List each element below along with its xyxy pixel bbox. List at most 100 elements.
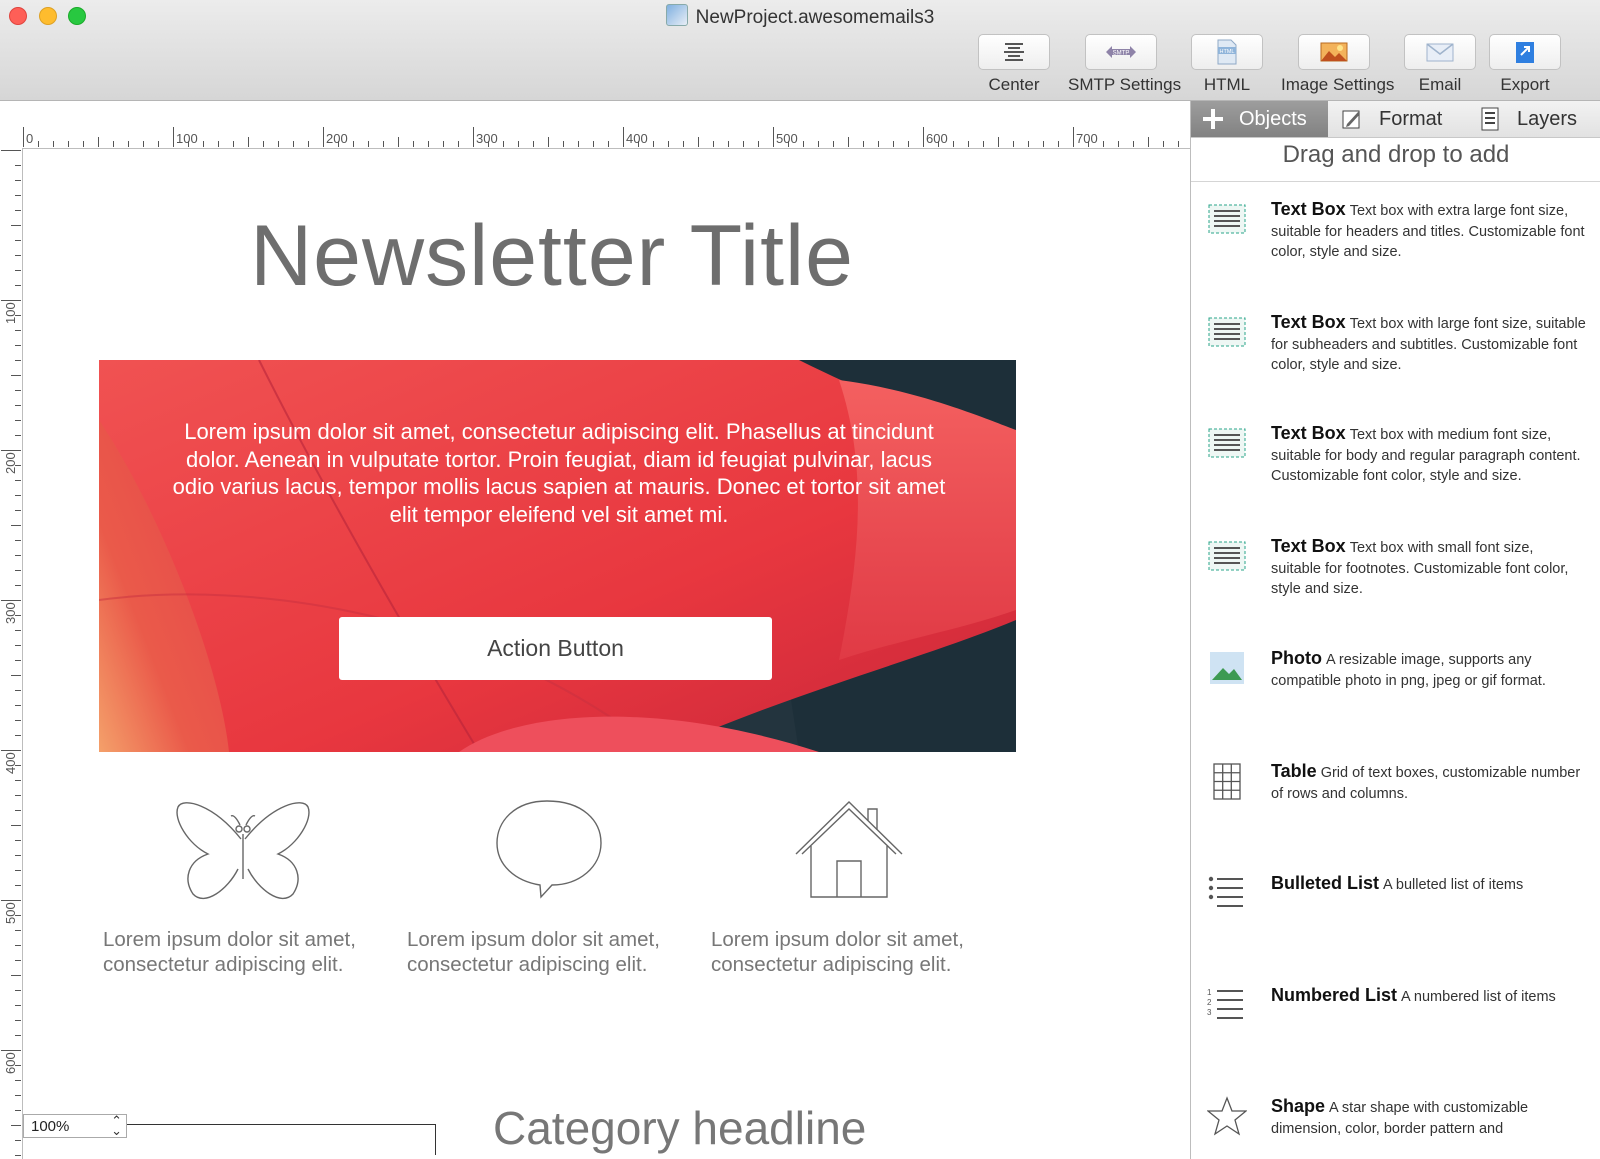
newsletter-title[interactable]: Newsletter Title	[83, 207, 1021, 306]
ruler-tick	[15, 555, 21, 556]
object-name: Table	[1271, 761, 1317, 781]
ruler-tick	[15, 1035, 21, 1036]
ruler-tick	[218, 141, 219, 147]
svg-text:HTML: HTML	[1220, 49, 1235, 55]
feature-text-2[interactable]: Lorem ipsum dolor sit amet, consectetur …	[407, 927, 707, 977]
ruler-tick	[533, 141, 534, 147]
html-tool[interactable]: HTML HTML	[1174, 34, 1280, 95]
ruler-tick	[15, 285, 21, 286]
feature-text-1[interactable]: Lorem ipsum dolor sit amet, consectetur …	[103, 927, 403, 977]
ruler-tick	[293, 141, 294, 147]
ruler-tick	[15, 480, 21, 481]
ruler-tick	[11, 225, 21, 226]
ruler-tick	[15, 570, 21, 571]
html-label: HTML	[1203, 75, 1251, 94]
svg-text:SMTP: SMTP	[1113, 51, 1130, 57]
ruler-tick	[15, 210, 21, 211]
ruler-tick	[323, 127, 324, 147]
ruler-tick	[1073, 127, 1074, 147]
ruler-tick	[15, 690, 21, 691]
ruler-label: 300	[476, 131, 498, 146]
ruler-label: 200	[3, 452, 18, 474]
ruler-tick	[908, 141, 909, 147]
image-settings-button[interactable]	[1298, 34, 1370, 70]
ruler-tick	[833, 141, 834, 147]
ruler-tick	[278, 141, 279, 147]
ruler-tick	[15, 780, 21, 781]
speech-bubble-icon	[496, 800, 602, 899]
smtp-settings-tool[interactable]: SMTP SMTP Settings	[1068, 34, 1182, 95]
panel-tabs: Objects Format Layers	[1191, 101, 1600, 138]
text-box-icon	[1208, 317, 1246, 347]
vertical-ruler: 100 200 300 400 500 600	[0, 148, 23, 1159]
object-name: Numbered List	[1271, 985, 1398, 1005]
ruler-tick	[728, 141, 729, 147]
ruler-tick	[15, 1020, 21, 1021]
ruler-tick	[15, 960, 21, 961]
ruler-tick	[15, 945, 21, 946]
object-description: A numbered list of items	[1401, 989, 1556, 1005]
ruler-tick	[68, 141, 69, 147]
html-button[interactable]: HTML	[1191, 34, 1263, 70]
zoom-stepper-icon[interactable]: ⌃ ⌄	[111, 1114, 122, 1137]
email-canvas[interactable]: Newsletter Title Lorem ipsum dolor sit a…	[23, 149, 1190, 1159]
tab-format[interactable]: Format	[1341, 101, 1461, 137]
table-grid-icon	[1213, 763, 1241, 800]
ruler-tick	[953, 141, 954, 147]
feature-column-1[interactable]: Lorem ipsum dolor sit amet, consectetur …	[103, 799, 403, 976]
ruler-tick	[23, 127, 24, 147]
ruler-label: 500	[776, 131, 798, 146]
ruler-tick	[15, 495, 21, 496]
window-title-text: NewProject.awesomemails3	[695, 7, 935, 28]
ruler-tick	[11, 375, 21, 376]
ruler-tick	[803, 141, 804, 147]
ruler-tick	[158, 141, 159, 147]
ruler-tick	[15, 240, 21, 241]
ruler-tick	[1, 150, 21, 151]
image-settings-tool[interactable]: Image Settings	[1281, 34, 1394, 95]
svg-text:3: 3	[1207, 1008, 1212, 1017]
feature-text-3[interactable]: Lorem ipsum dolor sit amet, consectetur …	[711, 927, 1011, 977]
center-tool[interactable]: Center	[961, 34, 1067, 95]
ruler-tick	[15, 585, 21, 586]
object-name: Text Box	[1271, 199, 1346, 219]
action-button[interactable]: Action Button	[339, 617, 772, 680]
ruler-tick	[383, 141, 384, 147]
export-button[interactable]	[1489, 34, 1561, 70]
ruler-tick	[248, 137, 249, 147]
ruler-tick	[563, 141, 564, 147]
zoom-control[interactable]: 100% ⌃ ⌄	[23, 1114, 127, 1138]
ruler-tick	[113, 141, 114, 147]
ruler-tick	[15, 270, 21, 271]
object-description: A bulleted list of items	[1383, 877, 1524, 893]
smtp-settings-label: SMTP Settings	[1068, 75, 1182, 94]
ruler-tick	[1043, 141, 1044, 147]
ruler-tick	[15, 1110, 21, 1111]
ruler-tick	[11, 825, 21, 826]
ruler-tick	[143, 141, 144, 147]
ruler-tick	[593, 141, 594, 147]
tab-objects[interactable]: Objects	[1191, 101, 1328, 137]
ruler-tick	[15, 540, 21, 541]
email-button[interactable]	[1404, 34, 1476, 70]
hero-section[interactable]: Lorem ipsum dolor sit amet, consectetur …	[99, 360, 1016, 752]
ruler-tick	[1, 750, 21, 751]
feature-column-2[interactable]: Lorem ipsum dolor sit amet, consectetur …	[407, 799, 707, 976]
ruler-tick	[398, 137, 399, 147]
ruler-tick	[11, 975, 21, 976]
ruler-tick	[11, 525, 21, 526]
svg-text:2: 2	[1207, 998, 1212, 1007]
numbered-list-icon: 1 2 3	[1207, 988, 1243, 1019]
ruler-tick	[15, 195, 21, 196]
hero-paragraph[interactable]: Lorem ipsum dolor sit amet, consectetur …	[169, 418, 949, 528]
ruler-tick	[1058, 141, 1059, 147]
center-button[interactable]	[978, 34, 1050, 70]
ruler-tick	[15, 795, 21, 796]
photo-icon	[1210, 652, 1244, 684]
category-headline[interactable]: Category headline	[493, 1101, 866, 1155]
tab-layers[interactable]: Layers	[1481, 101, 1600, 137]
ruler-tick	[15, 390, 21, 391]
export-tool[interactable]: Export	[1472, 34, 1578, 95]
smtp-settings-button[interactable]: SMTP	[1085, 34, 1157, 70]
feature-column-3[interactable]: Lorem ipsum dolor sit amet, consectetur …	[711, 799, 1011, 976]
